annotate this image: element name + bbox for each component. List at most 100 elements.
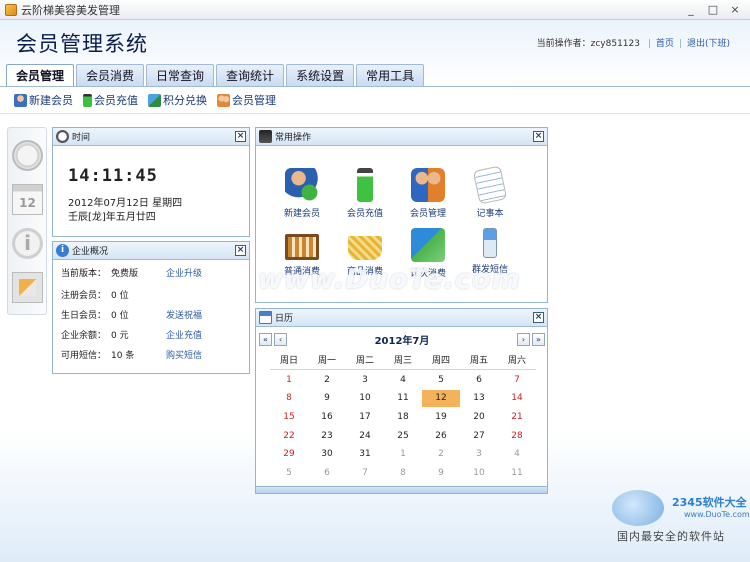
logout-link[interactable]: 退出(下班)	[687, 39, 730, 49]
minimize-button[interactable]: _	[680, 2, 702, 18]
calendar-day[interactable]: 16	[308, 412, 346, 422]
calendar-day[interactable]: 26	[422, 431, 460, 441]
tab-daily-query[interactable]: 日常查询	[146, 64, 215, 86]
member-management-button[interactable]: 会员管理	[217, 92, 276, 108]
recharge-link[interactable]: 企业充值	[166, 328, 202, 341]
points-exchange-button[interactable]: 积分兑换	[148, 92, 207, 108]
calendar-day[interactable]: 19	[422, 412, 460, 422]
close-icon[interactable]: ×	[235, 245, 246, 256]
new-member-button[interactable]: 新建会员	[14, 92, 73, 108]
points-exchange-label: 积分兑换	[163, 94, 207, 107]
op-member-recharge[interactable]: 会员充值	[335, 168, 395, 219]
users-icon	[411, 168, 445, 202]
weekday-label: 周四	[431, 356, 450, 367]
maximize-button[interactable]: □	[702, 2, 724, 18]
clock-display: 14:11:45	[68, 166, 158, 186]
calendar-day[interactable]: 22	[270, 431, 308, 441]
tab-tools[interactable]: 常用工具	[356, 64, 425, 86]
calendar-day[interactable]: 5	[422, 375, 460, 385]
calendar-day[interactable]: 7	[498, 375, 536, 385]
close-button[interactable]: ×	[724, 2, 746, 18]
op-label: 会员充值	[346, 209, 383, 219]
tab-member-management[interactable]: 会员管理	[6, 64, 75, 86]
calendar-title: 日历	[275, 314, 294, 324]
next-month-button[interactable]: ›	[517, 332, 530, 346]
tab-statistics[interactable]: 查询统计	[216, 64, 285, 86]
separator: |	[647, 39, 651, 49]
calendar-day[interactable]: 2	[308, 375, 346, 385]
calendar-day[interactable]: 8	[384, 468, 422, 478]
app-title: 会员管理系统	[16, 32, 148, 56]
calendar-day[interactable]: 1	[270, 375, 308, 385]
calendar-day[interactable]: 7	[346, 468, 384, 478]
calendar-day[interactable]: 4	[498, 449, 536, 459]
calendar-day[interactable]: 24	[346, 431, 384, 441]
calendar-day[interactable]: 13	[460, 393, 498, 403]
calendar-day[interactable]: 9	[308, 393, 346, 403]
close-icon[interactable]: ×	[533, 131, 544, 142]
battery-icon	[357, 168, 373, 202]
tab-member-consumption[interactable]: 会员消费	[76, 64, 145, 86]
close-icon[interactable]: ×	[235, 131, 246, 142]
calendar-day[interactable]: 6	[308, 468, 346, 478]
calendar-day[interactable]: 14	[498, 393, 536, 403]
calendar-day[interactable]: 1	[384, 449, 422, 459]
calendar-day[interactable]: 11	[384, 393, 422, 403]
calendar-day[interactable]: 8	[270, 393, 308, 403]
window-controls: _ □ ×	[680, 2, 746, 18]
calendar-day[interactable]: 20	[460, 412, 498, 422]
op-notebook[interactable]: 记事本	[460, 165, 520, 219]
calendar-day[interactable]: 23	[308, 431, 346, 441]
calendar-day[interactable]: 3	[346, 375, 384, 385]
calendar-day[interactable]: 3	[460, 449, 498, 459]
close-icon[interactable]: ×	[533, 312, 544, 323]
calendar-icon	[259, 311, 272, 324]
shortcut-icon[interactable]	[12, 272, 43, 303]
sub-toolbar: 新建会员 会员充值 积分兑换 会员管理	[14, 92, 276, 108]
calendar-week-row: 15 16 17 18 19 20 21	[270, 408, 536, 427]
calendar-day[interactable]: 29	[270, 449, 308, 459]
separator: |	[678, 39, 682, 49]
calendar-day[interactable]: 31	[346, 449, 384, 459]
clock-icon[interactable]	[12, 140, 43, 171]
calendar-header: 日历 ×	[256, 309, 547, 327]
info-icon[interactable]: i	[12, 228, 43, 259]
calendar-day-today[interactable]: 12	[422, 389, 460, 407]
info-value: 10 条	[111, 351, 135, 361]
prev-month-button[interactable]: ‹	[274, 332, 287, 346]
next-year-button[interactable]: »	[532, 332, 545, 346]
calendar-day[interactable]: 9	[422, 468, 460, 478]
calendar-week-row: 29 30 31 1 2 3 4	[270, 445, 536, 464]
send-wishes-link[interactable]: 发送祝福	[166, 308, 202, 321]
calendar-day[interactable]: 25	[384, 431, 422, 441]
brand-logo-text: 2345软件大全	[672, 496, 747, 509]
lunar-date-display: 壬辰[龙]年五月廿四	[68, 212, 156, 223]
op-member-management[interactable]: 会员管理	[398, 168, 458, 219]
calendar-day[interactable]: 27	[460, 431, 498, 441]
calendar-day[interactable]: 15	[270, 412, 308, 422]
home-link[interactable]: 首页	[656, 39, 674, 49]
info-row-balance: 企业余额： 0 元 企业充值	[61, 328, 202, 341]
calendar-day[interactable]: 21	[498, 412, 536, 422]
calendar-day[interactable]: 11	[498, 468, 536, 478]
calendar-icon[interactable]: 12	[12, 184, 43, 215]
calendar-day[interactable]: 10	[460, 468, 498, 478]
weekday-label: 周一	[317, 356, 336, 367]
calendar-day[interactable]: 4	[384, 375, 422, 385]
op-new-member[interactable]: 新建会员	[272, 168, 332, 219]
calendar-week-row: 22 23 24 25 26 27 28	[270, 426, 536, 445]
tab-system-settings[interactable]: 系统设置	[286, 64, 355, 86]
calendar-day[interactable]: 10	[346, 393, 384, 403]
buy-sms-link[interactable]: 购买短信	[166, 348, 202, 361]
calendar-day[interactable]: 17	[346, 412, 384, 422]
calendar-nav: « ‹ 2012年7月 › »	[259, 331, 545, 347]
calendar-day[interactable]: 30	[308, 449, 346, 459]
calendar-day[interactable]: 5	[270, 468, 308, 478]
prev-year-button[interactable]: «	[259, 332, 272, 346]
calendar-day[interactable]: 18	[384, 412, 422, 422]
member-recharge-button[interactable]: 会员充值	[83, 92, 138, 108]
upgrade-link[interactable]: 企业升级	[166, 266, 202, 279]
calendar-day[interactable]: 6	[460, 375, 498, 385]
calendar-day[interactable]: 28	[498, 431, 536, 441]
calendar-day[interactable]: 2	[422, 449, 460, 459]
